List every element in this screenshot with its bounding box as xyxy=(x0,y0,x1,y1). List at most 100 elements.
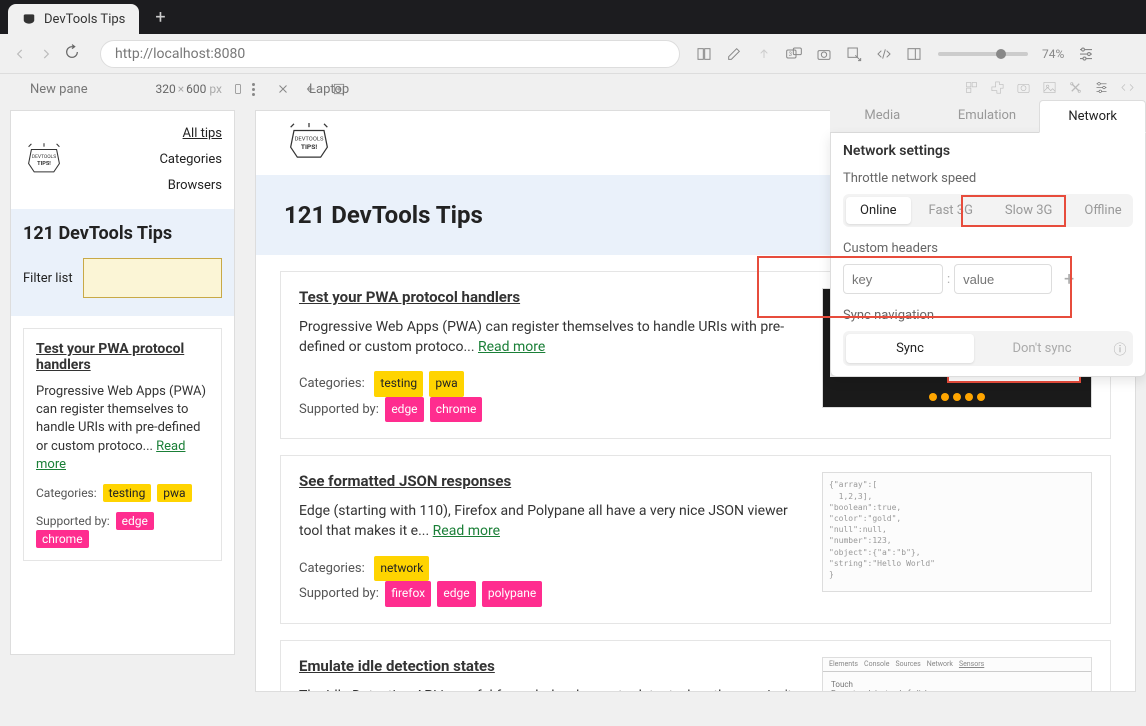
close-pane-icon[interactable] xyxy=(273,79,293,99)
article-title[interactable]: Test your PWA protocol handlers xyxy=(299,288,804,306)
site-logo-icon: DEVTOOLSTIPS! xyxy=(23,140,65,180)
reload-icon xyxy=(64,44,80,60)
tag[interactable]: polypane xyxy=(482,581,542,607)
supported-label: Supported by: xyxy=(299,586,379,601)
info-icon[interactable]: ⓘ xyxy=(1110,339,1130,358)
toolbar-icons: 3 xyxy=(694,44,924,64)
article-title[interactable]: Test your PWA protocol handlers xyxy=(36,341,209,373)
custom-headers-label: Custom headers xyxy=(843,241,1133,256)
panels-icon[interactable] xyxy=(694,44,714,64)
inspect-icon[interactable] xyxy=(844,44,864,64)
devtools-top-icons xyxy=(830,74,1146,100)
svg-text:TIPS!: TIPS! xyxy=(37,161,51,167)
throttle-label: Throttle network speed xyxy=(843,171,1133,186)
supported-label: Supported by: xyxy=(36,514,110,528)
svg-text:3: 3 xyxy=(789,51,792,58)
rotate-icon[interactable] xyxy=(228,79,248,99)
nav-categories[interactable]: Categories xyxy=(159,152,222,167)
article-excerpt: The Idle Detection API is useful for web… xyxy=(299,687,804,692)
tag[interactable]: edge xyxy=(116,512,154,530)
mobile-preview[interactable]: DEVTOOLSTIPS! All tips Categories Browse… xyxy=(10,110,235,655)
tag[interactable]: firefox xyxy=(385,581,431,607)
zoom-thumb[interactable] xyxy=(996,49,1006,59)
address-bar[interactable]: http://localhost:8080 xyxy=(100,40,680,68)
chevron-right-icon xyxy=(39,47,53,61)
tag[interactable]: network xyxy=(374,556,429,582)
categories-label: Categories: xyxy=(299,376,365,391)
camera-icon[interactable] xyxy=(1014,78,1032,96)
tab-title: DevTools Tips xyxy=(44,12,125,27)
tab-media[interactable]: Media xyxy=(830,100,935,132)
zoom-slider[interactable] xyxy=(938,52,1028,56)
sliders-icon[interactable] xyxy=(1092,78,1110,96)
throttle-fast3g[interactable]: Fast 3G xyxy=(915,197,987,224)
throttle-online[interactable]: Online xyxy=(846,197,911,224)
header-value-input[interactable] xyxy=(954,264,1052,294)
sidebar-icon[interactable] xyxy=(904,44,924,64)
article-excerpt: Progressive Web Apps (PWA) can register … xyxy=(36,383,209,474)
tag[interactable]: chrome xyxy=(36,530,89,548)
read-more-link[interactable]: Read more xyxy=(478,339,545,355)
browser-tab[interactable]: DevTools Tips xyxy=(8,4,139,34)
article-excerpt: Edge (starting with 110), Firefox and Po… xyxy=(299,502,804,541)
devtools-panel: Media Emulation Network Network settings… xyxy=(830,74,1146,377)
article-card: Test your PWA protocol handlers Progress… xyxy=(23,328,222,561)
sync-button[interactable]: Sync xyxy=(846,334,974,363)
forward-button[interactable] xyxy=(36,44,56,64)
tag[interactable]: testing xyxy=(103,484,152,502)
zoom-percent: 74% xyxy=(1042,47,1064,61)
screenshot-group-icon[interactable]: 3 xyxy=(784,44,804,64)
camera-icon[interactable] xyxy=(814,44,834,64)
extension-icon[interactable] xyxy=(988,78,1006,96)
article-card: See formatted JSON responses Edge (start… xyxy=(280,455,1111,623)
code-icon[interactable] xyxy=(874,44,894,64)
dont-sync-button[interactable]: Don't sync xyxy=(978,334,1106,363)
favicon-icon xyxy=(22,12,36,26)
nav-browsers[interactable]: Browsers xyxy=(168,178,222,193)
article-title[interactable]: Emulate idle detection states xyxy=(299,657,804,675)
article-title[interactable]: See formatted JSON responses xyxy=(299,472,804,490)
code-icon[interactable] xyxy=(1118,78,1136,96)
colon-separator: : xyxy=(947,272,950,287)
supported-label: Supported by: xyxy=(299,402,379,417)
tag[interactable]: testing xyxy=(374,371,423,397)
tag[interactable]: edge xyxy=(437,581,475,607)
throttle-slow3g[interactable]: Slow 3G xyxy=(991,197,1066,224)
svg-text:DEVTOOLS: DEVTOOLS xyxy=(295,137,324,143)
grid-icon[interactable] xyxy=(962,78,980,96)
add-header-button[interactable]: + xyxy=(1056,266,1082,292)
mobile-pane: DEVTOOLSTIPS! All tips Categories Browse… xyxy=(0,104,245,726)
tab-network[interactable]: Network xyxy=(1039,100,1146,133)
network-settings-panel: Network settings Throttle network speed … xyxy=(830,133,1146,377)
tag[interactable]: chrome xyxy=(430,397,483,423)
tag[interactable]: pwa xyxy=(429,371,463,397)
mobile-pane-label: New pane xyxy=(30,82,88,97)
tag[interactable]: edge xyxy=(385,397,423,423)
nav-all-tips[interactable]: All tips xyxy=(183,126,222,141)
upload-icon[interactable] xyxy=(754,44,774,64)
read-more-link[interactable]: Read more xyxy=(433,523,500,539)
browser-toolbar: http://localhost:8080 3 74% xyxy=(0,34,1146,74)
article-card: Emulate idle detection states The Idle D… xyxy=(280,640,1111,692)
new-tab-button[interactable]: + xyxy=(149,5,171,30)
tab-emulation[interactable]: Emulation xyxy=(935,100,1040,132)
tools-icon[interactable] xyxy=(1066,78,1084,96)
page-title: 121 DevTools Tips xyxy=(23,223,222,244)
edit-icon[interactable] xyxy=(724,44,744,64)
page-title: 121 DevTools Tips xyxy=(284,201,483,229)
categories-label: Categories: xyxy=(299,561,365,576)
filter-label: Filter list xyxy=(23,271,73,286)
back-button[interactable] xyxy=(10,44,30,64)
sync-group: Sync Don't sync ⓘ xyxy=(843,331,1133,366)
settings-icon[interactable] xyxy=(1076,44,1096,64)
pane-menu-icon[interactable] xyxy=(252,83,255,96)
header-key-input[interactable] xyxy=(843,264,943,294)
tag[interactable]: pwa xyxy=(157,484,191,502)
filter-input[interactable] xyxy=(83,258,222,298)
categories-label: Categories: xyxy=(36,486,97,500)
image-icon[interactable] xyxy=(1040,78,1058,96)
article-thumbnail: ElementsConsoleSourcesNetworkSensors Tou… xyxy=(822,657,1092,692)
reload-button[interactable] xyxy=(64,44,84,64)
throttle-offline[interactable]: Offline xyxy=(1070,197,1135,224)
svg-text:TIPS!: TIPS! xyxy=(301,143,317,151)
